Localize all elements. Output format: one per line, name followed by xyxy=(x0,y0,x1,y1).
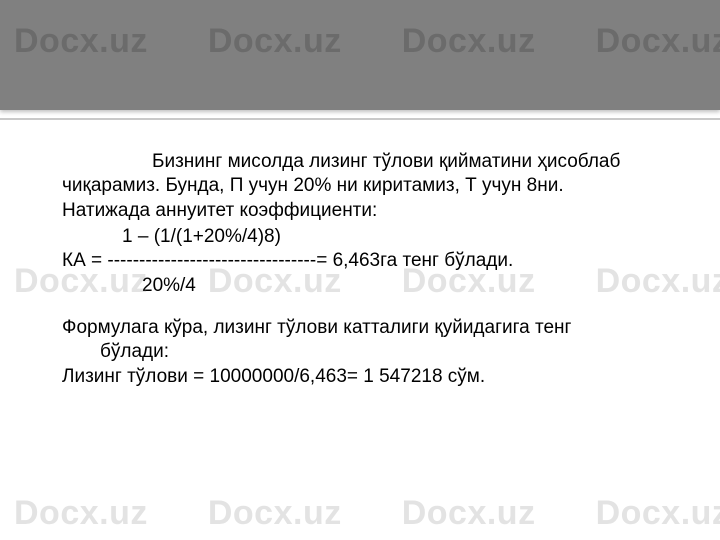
formula-main: КА = ---------------------------------= … xyxy=(62,249,674,273)
watermark-text: Docx.uz xyxy=(402,22,536,61)
watermark-text: Docx.uz xyxy=(14,494,148,533)
paragraph-2: Формулага кўра, лизинг тўлови катталиги … xyxy=(62,316,674,365)
formula-denominator: 20%/4 xyxy=(62,274,674,298)
para1-line3: Натижада аннуитет коэффициенти: xyxy=(62,200,377,221)
para2-line1: Формулага кўра, лизинг тўлови катталиги … xyxy=(62,316,674,340)
document-body: Бизнинг мисолда лизинг тўлови қийматини … xyxy=(0,110,720,389)
para1-line1: Бизнинг мисолда лизинг тўлови қийматини … xyxy=(62,150,674,174)
watermark-text: Docx.uz xyxy=(402,494,536,533)
watermark-text: Docx.uz xyxy=(14,22,148,61)
watermark-row-header: Docx.uz Docx.uz Docx.uz Docx.uz xyxy=(0,22,720,61)
watermark-text: Docx.uz xyxy=(208,494,342,533)
paragraph-1: Бизнинг мисолда лизинг тўлови қийматини … xyxy=(62,150,674,223)
para2-line2: бўлади: xyxy=(62,340,674,364)
para1-line2: чиқарамиз. Бунда, П учун 20% ни киритами… xyxy=(62,175,564,196)
formula-numerator: 1 – (1/(1+20%/4)8) xyxy=(62,225,674,249)
watermark-text: Docx.uz xyxy=(596,22,720,61)
paragraph-3: Лизинг тўлови = 10000000/6,463= 1 547218… xyxy=(62,365,674,389)
watermark-text: Docx.uz xyxy=(596,494,720,533)
watermark-text: Docx.uz xyxy=(208,22,342,61)
header-bar: Docx.uz Docx.uz Docx.uz Docx.uz xyxy=(0,0,720,110)
watermark-row-bottom: Docx.uz Docx.uz Docx.uz Docx.uz xyxy=(0,494,720,533)
